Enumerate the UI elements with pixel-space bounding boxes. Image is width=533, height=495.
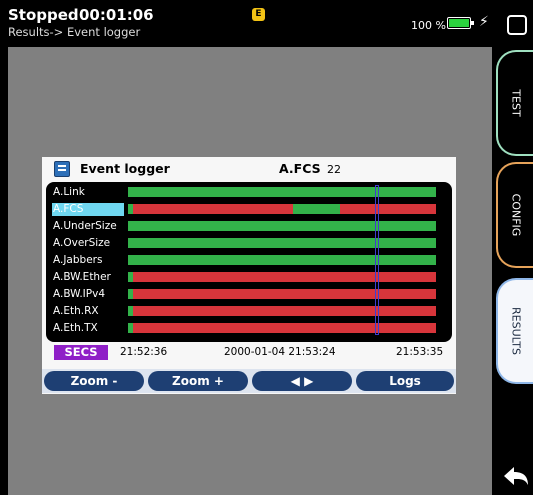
breadcrumb: Results-> Event logger [8,25,141,39]
tab-test[interactable]: TEST [496,50,533,156]
row-label: A.Jabbers [53,254,103,266]
button-bar: Zoom - Zoom + ◀ ▶ Logs [42,369,456,393]
time-unit-button[interactable]: SECS [54,345,108,360]
timeline: SECS 21:52:36 2000-01-04 21:53:24 21:53:… [42,345,456,361]
zoom-out-button[interactable]: Zoom - [44,371,144,391]
row-label: A.UnderSize [53,220,117,232]
event-logger-icon [54,161,70,177]
error-segment [133,272,436,282]
event-row[interactable]: A.FCS [46,203,452,218]
error-segment [133,306,436,316]
tab-config[interactable]: CONFIG [496,162,533,268]
charging-icon: ⚡ [479,14,489,30]
row-label: A.OverSize [53,237,111,249]
status-bar: Stopped 00:01:06 Results-> Event logger … [0,0,533,46]
battery-percentage: 100 % [411,19,446,32]
event-bar [128,255,436,265]
event-count: 22 [327,163,341,176]
event-row[interactable]: A.OverSize [46,237,452,252]
event-row[interactable]: A.Eth.RX [46,305,452,320]
error-segment [133,323,436,333]
scroll-button[interactable]: ◀ ▶ [252,371,352,391]
event-bar [128,204,436,214]
row-label: A.BW.IPv4 [53,288,106,300]
event-grid[interactable]: A.Link A.FCS A.UnderSize A.OverSize A.Ja… [46,182,452,342]
row-label: A.Eth.RX [53,305,99,317]
event-bar [128,323,436,333]
error-segment [133,289,436,299]
row-label: A.Link [53,186,85,198]
row-label-selected: A.FCS [52,203,124,216]
row-label: A.BW.Ether [53,271,111,283]
event-row[interactable]: A.Link [46,186,452,201]
error-segment [133,204,293,214]
event-bar [128,272,436,282]
timeline-start: 21:52:36 [120,346,168,358]
panel-header: Event logger A.FCS 22 [42,157,456,181]
elapsed-time: 00:01:06 [79,6,154,24]
ok-segment [128,238,436,248]
battery-fill [449,19,469,27]
logs-button[interactable]: Logs [356,371,454,391]
timeline-end: 21:53:35 [396,346,444,358]
event-bar [128,289,436,299]
test-status: Stopped [8,6,79,24]
panel-title: Event logger [80,161,170,176]
selected-field: A.FCS [279,161,321,176]
event-bar [128,187,436,197]
tab-results[interactable]: RESULTS [496,278,533,384]
battery-icon [447,17,474,29]
ok-segment [128,221,436,231]
event-row[interactable]: A.Eth.TX [46,322,452,337]
event-row[interactable]: A.BW.Ether [46,271,452,286]
ok-segment [128,255,436,265]
zoom-in-button[interactable]: Zoom + [148,371,248,391]
event-row[interactable]: A.UnderSize [46,220,452,235]
back-arrow-icon[interactable] [502,464,530,488]
event-bar [128,221,436,231]
timeline-cursor-time: 2000-01-04 21:53:24 [224,346,336,358]
event-row[interactable]: A.Jabbers [46,254,452,269]
tab-results-label: RESULTS [509,307,523,355]
tab-test-label: TEST [509,89,523,117]
ok-segment [128,187,436,197]
event-logger-panel: Event logger A.FCS 22 A.Link A.FCS A.Und… [42,157,456,394]
ok-segment [293,204,340,214]
error-segment [340,204,436,214]
event-bar [128,238,436,248]
event-row[interactable]: A.BW.IPv4 [46,288,452,303]
event-bar [128,306,436,316]
time-cursor[interactable] [375,185,379,335]
row-label: A.Eth.TX [53,322,98,334]
battery-nub [471,21,474,25]
home-button[interactable] [507,15,527,35]
event-badge[interactable]: E [252,8,265,21]
tab-config-label: CONFIG [509,193,523,237]
